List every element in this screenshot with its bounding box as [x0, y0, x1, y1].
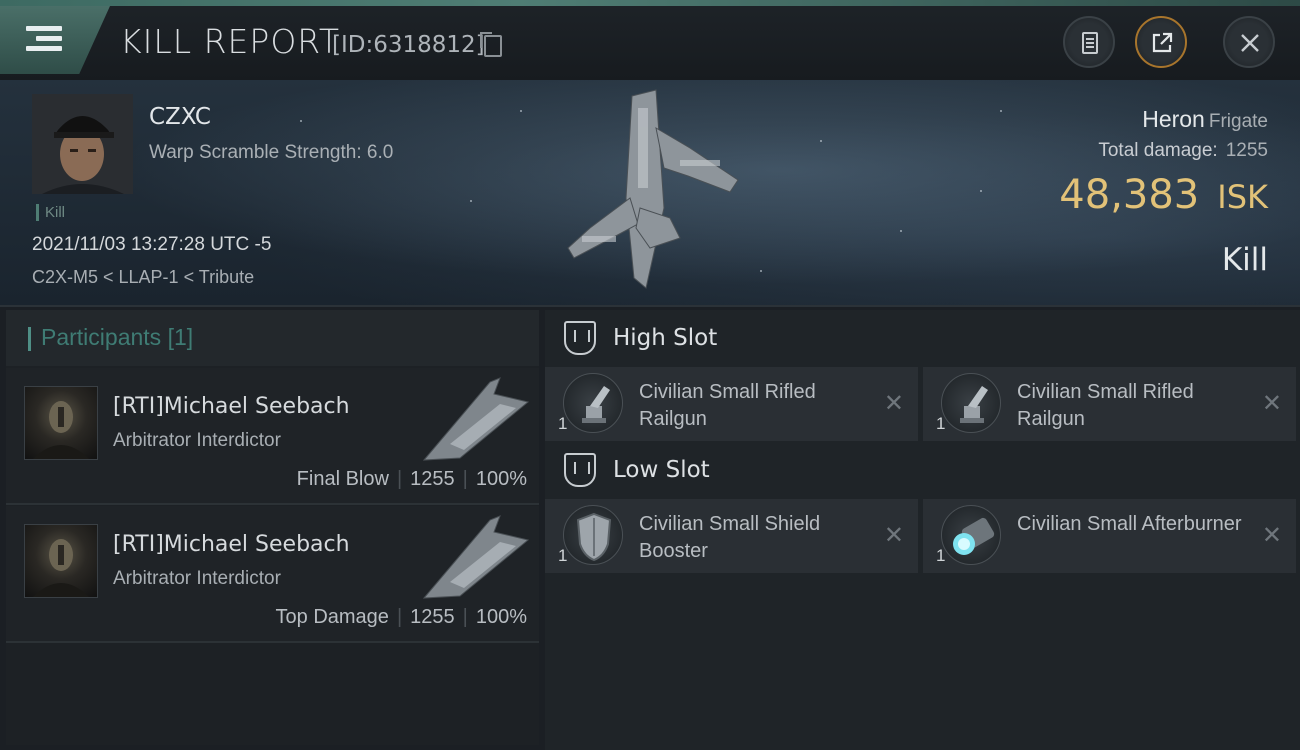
- item-quantity: 1: [558, 546, 568, 565]
- victim-ship-type[interactable]: Heron Frigate: [1142, 106, 1268, 133]
- total-damage: Total damage: 1255: [1098, 140, 1268, 162]
- ship-class: Frigate: [1208, 111, 1268, 132]
- fitting-item[interactable]: 1 Civilian Small Shield Booster ✕: [545, 499, 918, 573]
- close-button[interactable]: [1223, 16, 1275, 68]
- victim-portrait[interactable]: [32, 94, 133, 194]
- total-damage-value: 1255: [1225, 140, 1268, 161]
- participant-ship-image[interactable]: [420, 374, 532, 464]
- participant-row[interactable]: [RTI]Michael Seebach Arbitrator Interdic…: [6, 506, 539, 643]
- participants-header: Participants [1]: [6, 310, 539, 366]
- participant-ship: Arbitrator Interdictor: [113, 568, 281, 589]
- high-slot-title: High Slot: [613, 325, 718, 351]
- report-id: [ID:6318812]: [332, 32, 485, 58]
- participant-damage: 1255: [410, 606, 455, 628]
- participant-damage: 1255: [410, 468, 455, 490]
- afterburner-icon: [941, 505, 1001, 565]
- isk-unit: ISK: [1217, 178, 1268, 216]
- header-bar: KILL REPORT [ID:6318812]: [0, 0, 1300, 80]
- participant-ship-image[interactable]: [420, 512, 532, 602]
- participant-role: Final Blow: [296, 468, 389, 490]
- copy-icon[interactable]: [480, 32, 502, 57]
- ship-name: Heron: [1142, 106, 1205, 132]
- participants-title: Participants [1]: [41, 324, 194, 350]
- kill-location[interactable]: C2X-M5 < LLAP-1 < Tribute: [32, 267, 254, 288]
- fitting-item[interactable]: 1 Civilian Small Afterburner ✕: [923, 499, 1296, 573]
- participant-stats: Final Blow | 1255 | 100%: [296, 468, 527, 490]
- destroyed-marker-icon: ✕: [883, 522, 904, 549]
- result-label: Kill: [1221, 242, 1268, 278]
- share-button[interactable]: [1135, 16, 1187, 68]
- fittings-panel: High Slot 1 Civilian Small Rifled Railgu…: [545, 310, 1300, 750]
- item-quantity: 1: [936, 414, 946, 433]
- participant-portrait[interactable]: [24, 524, 98, 598]
- destroyed-marker-icon: ✕: [883, 390, 904, 417]
- victim-ship-image[interactable]: [560, 88, 750, 298]
- kill-datetime: 2021/11/03 13:27:28 UTC -5: [32, 234, 272, 255]
- fitting-item[interactable]: 1 Civilian Small Rifled Railgun ✕: [923, 367, 1296, 441]
- participant-stats: Top Damage | 1255 | 100%: [275, 606, 527, 628]
- participant-role: Top Damage: [275, 606, 389, 628]
- railgun-icon: [941, 373, 1001, 433]
- isk-value: 48,383 ISK: [1059, 172, 1268, 218]
- participant-name[interactable]: [RTI]Michael Seebach: [113, 394, 350, 419]
- high-slot-header: High Slot: [545, 310, 1300, 366]
- close-icon: [1241, 34, 1259, 52]
- item-quantity: 1: [558, 414, 568, 433]
- menu-button[interactable]: [0, 6, 110, 74]
- warp-scramble-strength: Warp Scramble Strength: 6.0: [149, 142, 394, 163]
- clipboard-icon: [1082, 32, 1098, 54]
- high-slot-icon: [564, 321, 596, 355]
- item-quantity: 1: [936, 546, 946, 565]
- low-slot-icon: [564, 453, 596, 487]
- victim-name[interactable]: CZXC: [149, 104, 211, 130]
- participant-portrait[interactable]: [24, 386, 98, 460]
- low-slot-title: Low Slot: [613, 457, 710, 483]
- clipboard-button[interactable]: [1063, 16, 1115, 68]
- destroyed-marker-icon: ✕: [1261, 522, 1282, 549]
- participant-percent: 100%: [475, 606, 527, 628]
- item-name: Civilian Small Shield Booster: [639, 513, 821, 562]
- item-name: Civilian Small Afterburner: [1017, 513, 1242, 535]
- kill-tag: Kill: [36, 204, 65, 221]
- participant-ship: Arbitrator Interdictor: [113, 430, 281, 451]
- participant-percent: 100%: [475, 468, 527, 490]
- page-title: KILL REPORT: [120, 22, 340, 61]
- total-damage-label: Total damage:: [1098, 140, 1218, 161]
- participants-panel: Participants [1] [RTI]Michael Seebach Ar…: [6, 310, 539, 745]
- participants-count: [1]: [167, 324, 194, 350]
- participant-name[interactable]: [RTI]Michael Seebach: [113, 532, 350, 557]
- destroyed-marker-icon: ✕: [1261, 390, 1282, 417]
- participant-row[interactable]: [RTI]Michael Seebach Arbitrator Interdic…: [6, 368, 539, 505]
- fitting-item[interactable]: 1 Civilian Small Rifled Railgun ✕: [545, 367, 918, 441]
- shield-booster-icon: [563, 505, 623, 565]
- item-name: Civilian Small Rifled Railgun: [1017, 381, 1194, 430]
- isk-amount: 48,383: [1059, 172, 1200, 218]
- item-name: Civilian Small Rifled Railgun: [639, 381, 816, 430]
- railgun-icon: [563, 373, 623, 433]
- share-icon: [1152, 32, 1173, 53]
- kill-summary-panel: CZXC Warp Scramble Strength: 6.0 Kill 20…: [0, 80, 1300, 307]
- header-accent-line: [0, 0, 1300, 6]
- low-slot-header: Low Slot: [545, 442, 1300, 498]
